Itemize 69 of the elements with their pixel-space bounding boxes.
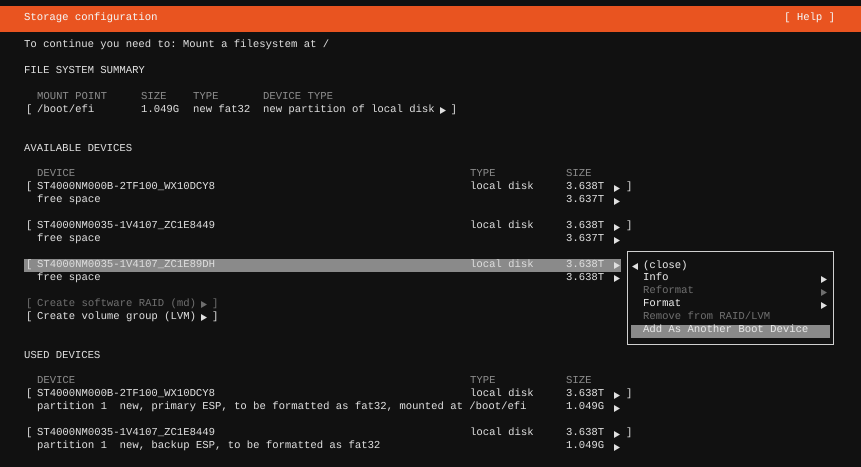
bracket-text: [ [26,258,32,271]
device-size: 3.638T [566,258,604,271]
partition-label: free space [37,272,101,284]
partition-label: partition 1 new, primary ESP, to be formatted as fat32, mounted at /boot/efi [37,401,527,414]
bracket-text: [ [26,220,32,232]
column-header: MOUNT POINT [37,90,107,103]
partition-size: 3.637T [566,194,604,206]
bracket-text: ] [212,310,218,323]
device-name: ST4000NM000B-2TF100_WX10DCY8 [37,388,216,400]
device-type: local disk [470,220,534,232]
column-header: TYPE [193,90,218,103]
device-row[interactable]: [ ST4000NM0035-1V4107_ZC1E8449 local disk 3.638T [24,220,621,234]
window-title: Storage configuration [24,11,158,26]
device-row[interactable]: [ ST4000NM000B-2TF100_WX10DCY8 local disk 3.638T [24,388,621,402]
device-size: 3.638T [566,427,604,440]
column-header: SIZE [141,90,166,103]
device-type: local disk [470,258,534,271]
triangle-right-icon [440,107,446,114]
triangle-left-icon [632,262,638,270]
column-header: SIZE [566,168,592,180]
bracket-text: ] [626,180,632,196]
column-header: DEVICE [37,168,76,180]
column-header: TYPE [470,375,496,388]
section-heading: AVAILABLE DEVICES [24,142,132,157]
device-name: ST4000NM0035-1V4107_ZC1E8449 [37,427,216,440]
bracket-text: [ [26,298,32,310]
bracket-text: [ [26,427,32,440]
device-type: new partition of local disk [263,104,435,116]
bracket-text: ] [450,104,458,116]
filesystem-type: new fat32 [193,104,250,116]
column-header: SIZE [566,375,592,388]
partition-size: 1.049G [566,440,604,452]
device-type: local disk [470,388,534,400]
bracket-text: [ [26,310,32,323]
menu-item[interactable]: Info [631,272,830,286]
device-row[interactable]: [ ST4000NM0035-1V4107_ZC1E8449 local disk 3.638T [24,428,621,441]
bracket-text: [ [26,181,32,194]
status-message: To continue you need to: Mount a filesystem at / [24,38,330,54]
section-heading: FILE SYSTEM SUMMARY [24,64,145,79]
device-name: ST4000NM0035-1V4107_ZC1E89DH [37,258,216,271]
bracket-text: [ [26,388,32,400]
column-header: TYPE [470,168,496,180]
device-type: local disk [470,427,534,440]
device-name: ST4000NM000B-2TF100_WX10DCY8 [37,181,216,194]
partition-size: 3.638T [566,272,604,284]
bracket-text: ] [626,387,632,402]
mount-point: /boot/efi [37,104,94,116]
menu-item[interactable]: Format [631,298,830,312]
menu-item[interactable]: (close) [631,260,830,273]
device-size: 3.638T [566,220,604,232]
bracket-text: [ [26,104,32,116]
device-name: ST4000NM0035-1V4107_ZC1E8449 [37,220,216,232]
section-heading: USED DEVICES [24,348,100,364]
bracket-text: ] [212,298,218,310]
bracket-text: ] [626,219,632,234]
column-header: DEVICE TYPE [263,90,333,104]
partition-size: 1.049G [566,401,604,414]
partition-size: 3.637T [566,233,604,246]
action-link[interactable]: Create volume group (LVM) [37,310,196,326]
bracket-text: ] [626,426,632,442]
device-size: 3.638T [566,181,604,194]
partition-label: free space [37,233,101,246]
device-size: 3.638T [566,388,604,400]
partition-label: partition 1 new, backup ESP, to be formatted as fat32 [37,440,380,452]
partition-label: free space [37,194,101,206]
device-row[interactable]: [ ST4000NM000B-2TF100_WX10DCY8 local disk 3.638T [24,182,621,195]
device-type: local disk [470,181,534,194]
column-header: DEVICE [37,375,76,388]
filesystem-size: 1.049G [141,104,180,116]
